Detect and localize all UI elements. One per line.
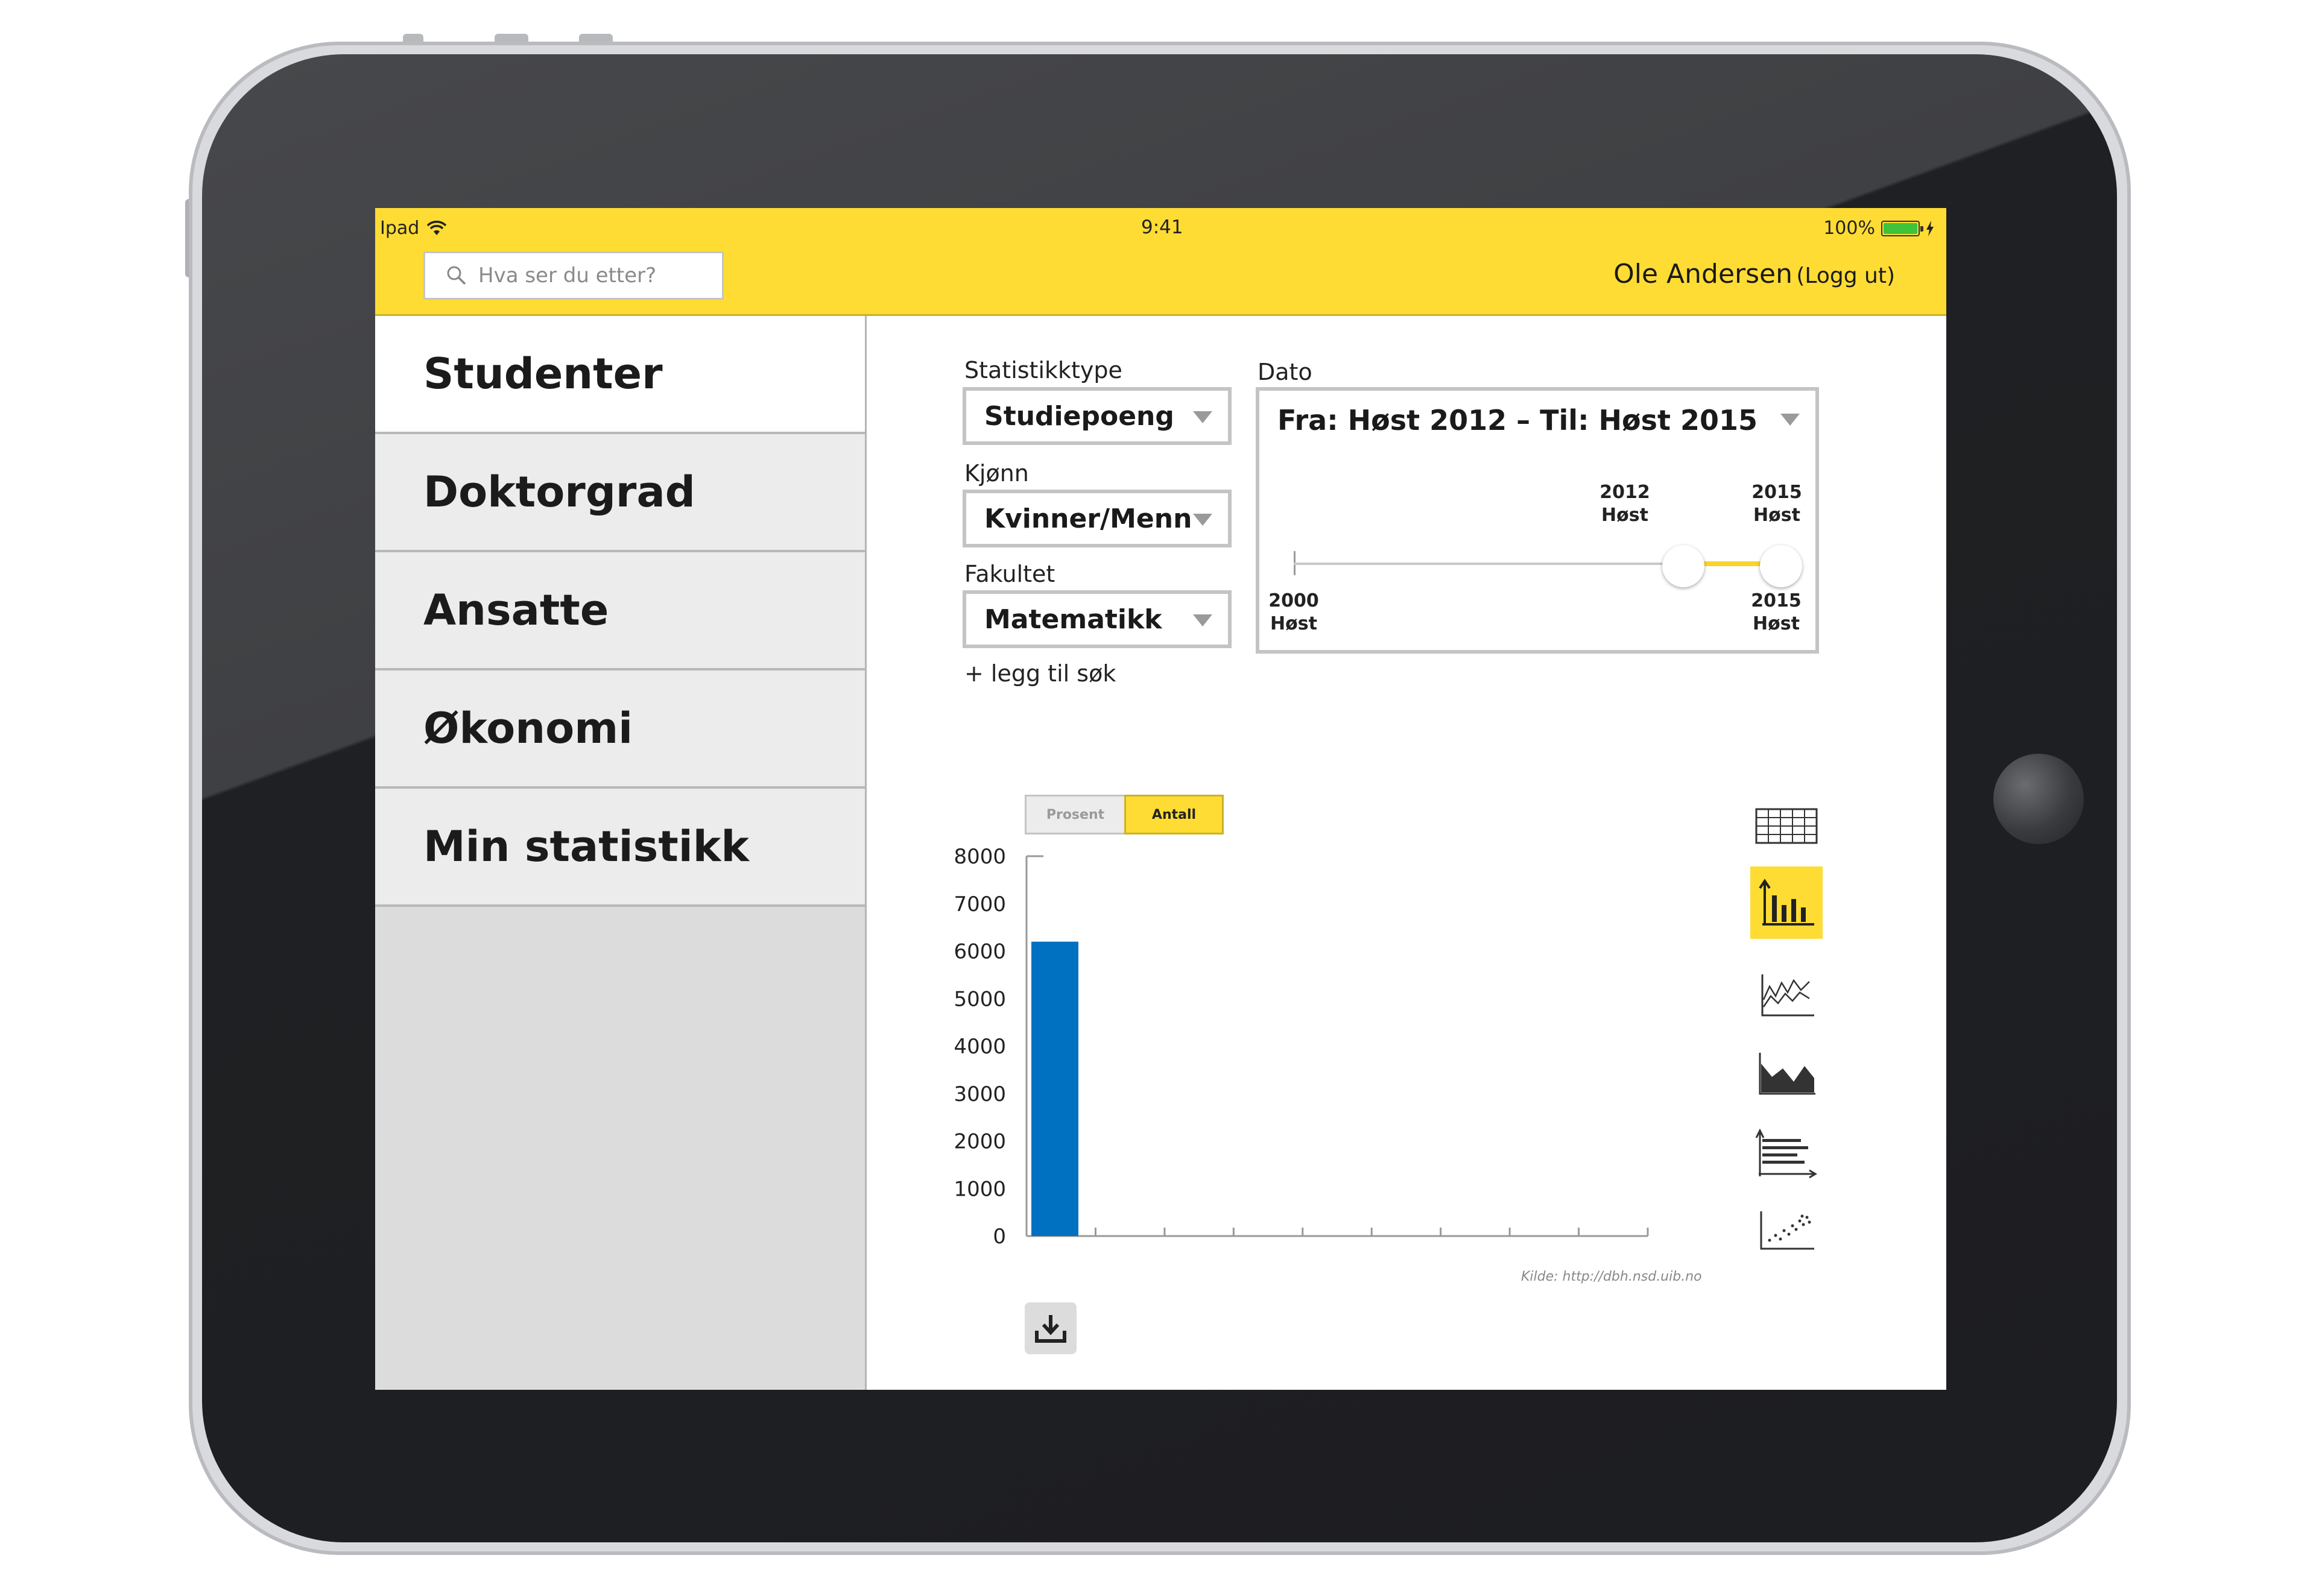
status-bar-left: Ipad	[380, 218, 447, 239]
faculty-select-value: Matematikk	[984, 604, 1162, 635]
charging-icon	[1926, 220, 1934, 236]
line-chart-icon	[1761, 974, 1814, 1017]
chart-type-line[interactable]	[1750, 959, 1823, 1031]
sidebar-item-min-statistikk[interactable]: Min statistikk	[375, 789, 865, 907]
slider-to-label: 2015 Høst	[1751, 482, 1802, 526]
faculty-select[interactable]: Matematikk	[963, 590, 1232, 648]
sidebar-item-studenter[interactable]: Studenter	[375, 316, 865, 434]
search-input[interactable]	[477, 263, 709, 288]
y-tick-label: 3000	[954, 1082, 1006, 1106]
bar-chart: 0100020003000400050006000700080002015	[954, 845, 1649, 1254]
download-icon	[1035, 1315, 1066, 1343]
view-toggle: Prosent Antall	[1025, 795, 1224, 834]
search-field[interactable]	[423, 251, 724, 300]
type-label: Statistikktype	[964, 357, 1122, 383]
horizontal-bar-chart-icon	[1755, 1128, 1817, 1179]
download-button[interactable]	[1025, 1302, 1077, 1354]
chart-type-bar[interactable]	[1750, 866, 1823, 939]
slider-from-label: 2012 Høst	[1599, 482, 1650, 526]
home-button[interactable]	[1993, 754, 2084, 844]
toggle-percent[interactable]: Prosent	[1025, 795, 1124, 834]
device-name: Ipad	[380, 218, 420, 239]
sidebar-item-label: Økonomi	[423, 704, 633, 753]
device-top-button	[495, 34, 528, 42]
table-icon	[1755, 808, 1818, 844]
date-range-picker[interactable]: Fra: Høst 2012 – Til: Høst 2015 2012 Høst…	[1256, 387, 1819, 654]
slider-max-label: 2015 Høst	[1751, 590, 1802, 634]
faculty-label: Fakultet	[964, 561, 1055, 587]
app-screen: Ipad 9:41 100% Ole Andersen (Logg ut) St…	[375, 208, 1946, 1390]
gender-label: Kjønn	[964, 460, 1029, 487]
gender-select[interactable]: Kvinner/Menn	[963, 490, 1232, 547]
chart-type-table[interactable]	[1750, 790, 1823, 862]
type-select[interactable]: Studiepoeng	[963, 387, 1232, 445]
chevron-down-icon	[1193, 514, 1212, 526]
device-top-button	[403, 34, 423, 42]
add-search-link[interactable]: + legg til søk	[964, 660, 1116, 687]
slider-min-label: 2000 Høst	[1268, 590, 1319, 634]
y-tick-label: 0	[993, 1225, 1006, 1249]
chevron-down-icon	[1193, 411, 1212, 423]
y-tick-label: 8000	[954, 845, 1006, 869]
sidebar-item-ansatte[interactable]: Ansatte	[375, 552, 865, 670]
type-select-value: Studiepoeng	[984, 400, 1174, 432]
user-name: Ole Andersen	[1613, 259, 1792, 289]
chart-type-horizontal-bar[interactable]	[1750, 1117, 1823, 1190]
chart-type-area[interactable]	[1750, 1037, 1823, 1109]
y-tick-label: 4000	[954, 1035, 1006, 1059]
status-bar-right: 100%	[1823, 218, 1934, 239]
y-tick-label: 5000	[954, 987, 1006, 1011]
sidebar-item-okonomi[interactable]: Økonomi	[375, 670, 865, 789]
battery-icon	[1881, 220, 1923, 236]
y-tick-label: 2000	[954, 1130, 1006, 1154]
scatter-chart-icon	[1760, 1211, 1814, 1250]
sidebar-item-label: Min statistikk	[423, 822, 749, 871]
wifi-icon	[427, 220, 447, 235]
chart-type-scatter[interactable]	[1750, 1194, 1823, 1266]
y-tick-label: 1000	[954, 1177, 1006, 1201]
source-note: Kilde: http://dbh.nsd.uib.no	[1521, 1269, 1702, 1284]
gender-select-value: Kvinner/Menn	[984, 503, 1192, 534]
sidebar-item-doktorgrad[interactable]: Doktorgrad	[375, 434, 865, 552]
logout-link[interactable]: (Logg ut)	[1796, 263, 1895, 288]
bar-chart-icon	[1759, 878, 1814, 926]
bar	[1031, 941, 1078, 1236]
sidebar-item-label: Doktorgrad	[423, 467, 695, 517]
slider-handle-to[interactable]	[1760, 545, 1802, 587]
status-time: 9:41	[1141, 216, 1183, 238]
sidebar-item-label: Ansatte	[423, 585, 609, 635]
chevron-down-icon[interactable]	[1780, 414, 1800, 426]
top-bar: Ipad 9:41 100% Ole Andersen (Logg ut)	[375, 208, 1946, 315]
sidebar-item-label: Studenter	[423, 349, 663, 399]
y-tick-label: 6000	[954, 940, 1006, 964]
search-icon	[447, 266, 466, 285]
toggle-count[interactable]: Antall	[1124, 795, 1224, 834]
sidebar: Studenter Doktorgrad Ansatte Økonomi Min…	[375, 316, 867, 1390]
date-label: Dato	[1258, 359, 1312, 385]
date-range-value: Fra: Høst 2012 – Til: Høst 2015	[1277, 404, 1758, 437]
y-tick-label: 7000	[954, 892, 1006, 916]
area-chart-icon	[1759, 1053, 1815, 1095]
device-top-button	[579, 34, 613, 42]
battery-percent: 100%	[1823, 218, 1875, 239]
slider-handle-from[interactable]	[1662, 545, 1705, 587]
chevron-down-icon	[1193, 614, 1212, 626]
